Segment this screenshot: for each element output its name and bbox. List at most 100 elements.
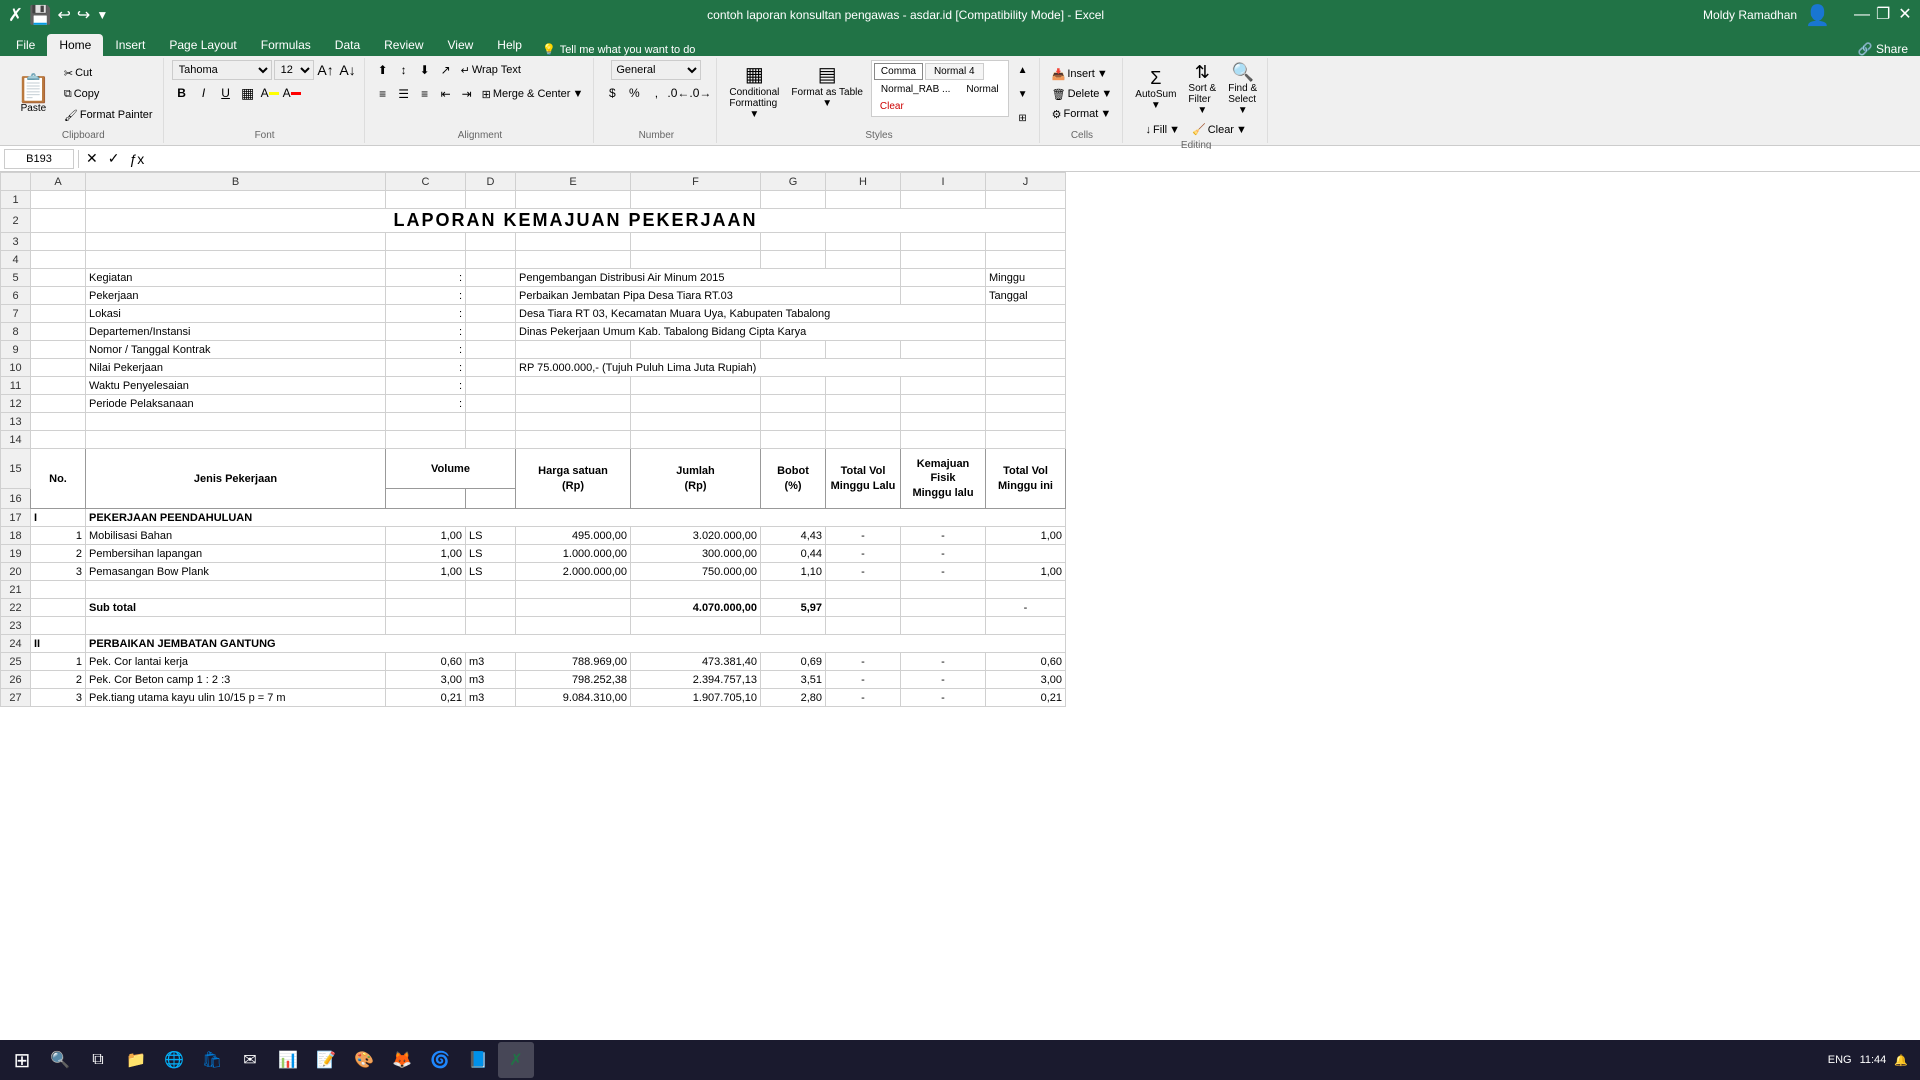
cut-button[interactable]: ✂ Cut: [60, 65, 157, 82]
normal-rab-style[interactable]: Normal_RAB ...: [874, 81, 957, 98]
cell-F3[interactable]: [631, 233, 761, 251]
cell-J14[interactable]: [986, 431, 1066, 449]
decrease-decimal-button[interactable]: .0←: [668, 83, 688, 103]
cell-C26[interactable]: 3,00: [386, 671, 466, 689]
cell-G26[interactable]: 3,51: [761, 671, 826, 689]
cell-C4[interactable]: [386, 251, 466, 269]
cell-G20[interactable]: 1,10: [761, 563, 826, 581]
header-kemajuan-fisik[interactable]: KemajuanFisikMinggu lalu: [901, 449, 986, 509]
formula-input[interactable]: [151, 149, 1916, 169]
cell-J26[interactable]: 3,00: [986, 671, 1066, 689]
cell-B20[interactable]: Pemasangan Bow Plank: [86, 563, 386, 581]
cell-A19[interactable]: 2: [31, 545, 86, 563]
cell-D10[interactable]: [466, 359, 516, 377]
cell-J9[interactable]: [986, 341, 1066, 359]
cell-G12[interactable]: [761, 395, 826, 413]
header-jumlah[interactable]: Jumlah(Rp): [631, 449, 761, 509]
cell-A24[interactable]: II: [31, 635, 86, 653]
cell-C9[interactable]: :: [386, 341, 466, 359]
cell-G23[interactable]: [761, 617, 826, 635]
cell-I6[interactable]: [901, 287, 986, 305]
cell-I12[interactable]: [901, 395, 986, 413]
cell-H1[interactable]: [826, 191, 901, 209]
cell-C25[interactable]: 0,60: [386, 653, 466, 671]
header-bobot[interactable]: Bobot(%): [761, 449, 826, 509]
cell-C18[interactable]: 1,00: [386, 527, 466, 545]
cell-J4[interactable]: [986, 251, 1066, 269]
cell-B27[interactable]: Pek.tiang utama kayu ulin 10/15 p = 7 m: [86, 689, 386, 707]
cell-B5[interactable]: Kegiatan: [86, 269, 386, 287]
start-button[interactable]: ⊞: [4, 1042, 40, 1078]
cell-B11[interactable]: Waktu Penyelesaian: [86, 377, 386, 395]
cell-D7[interactable]: [466, 305, 516, 323]
cell-I25[interactable]: -: [901, 653, 986, 671]
cell-G14[interactable]: [761, 431, 826, 449]
tell-me-bar[interactable]: 💡 Tell me what you want to do: [542, 43, 695, 56]
cell-A17[interactable]: I: [31, 509, 86, 527]
cell-E21[interactable]: [516, 581, 631, 599]
cell-J6[interactable]: Tanggal: [986, 287, 1066, 305]
cell-H25[interactable]: -: [826, 653, 901, 671]
cell-A26[interactable]: 2: [31, 671, 86, 689]
cell-I22[interactable]: [901, 599, 986, 617]
cell-J12[interactable]: [986, 395, 1066, 413]
col-header-F[interactable]: F: [631, 173, 761, 191]
copy-button[interactable]: ⧉ Copy: [60, 86, 157, 103]
cell-D5[interactable]: [466, 269, 516, 287]
cell-title[interactable]: LAPORAN KEMAJUAN PEKERJAAN: [86, 209, 1066, 233]
insert-function-button[interactable]: ƒx: [126, 150, 147, 168]
cell-J21[interactable]: [986, 581, 1066, 599]
cell-B12[interactable]: Periode Pelaksanaan: [86, 395, 386, 413]
cell-J23[interactable]: [986, 617, 1066, 635]
cell-A9[interactable]: [31, 341, 86, 359]
cell-H22[interactable]: [826, 599, 901, 617]
cell-A4[interactable]: [31, 251, 86, 269]
decrease-indent-button[interactable]: ⇤: [436, 84, 456, 104]
cell-C8[interactable]: :: [386, 323, 466, 341]
header-harga[interactable]: Harga satuan(Rp): [516, 449, 631, 509]
align-bottom-button[interactable]: ⬇: [415, 60, 435, 80]
col-header-A[interactable]: A: [31, 173, 86, 191]
cell-H27[interactable]: -: [826, 689, 901, 707]
cell-I21[interactable]: [901, 581, 986, 599]
cell-B3[interactable]: [86, 233, 386, 251]
cell-H23[interactable]: [826, 617, 901, 635]
cell-G27[interactable]: 2,80: [761, 689, 826, 707]
cell-D9[interactable]: [466, 341, 516, 359]
header-vol-unit[interactable]: [466, 489, 516, 509]
cell-J20[interactable]: 1,00: [986, 563, 1066, 581]
col-header-E[interactable]: E: [516, 173, 631, 191]
conditional-formatting-button[interactable]: ▦ ConditionalFormatting ▼: [725, 60, 783, 122]
border-button[interactable]: ▦: [238, 83, 258, 103]
tab-review[interactable]: Review: [372, 34, 435, 56]
cell-I27[interactable]: -: [901, 689, 986, 707]
file-explorer-icon[interactable]: 📁: [118, 1042, 154, 1078]
cell-B25[interactable]: Pek. Cor lantai kerja: [86, 653, 386, 671]
font-increase-button[interactable]: A↑: [316, 60, 336, 80]
cell-C10[interactable]: :: [386, 359, 466, 377]
cell-C27[interactable]: 0,21: [386, 689, 466, 707]
italic-button[interactable]: I: [194, 83, 214, 103]
cell-D1[interactable]: [466, 191, 516, 209]
cell-E18[interactable]: 495.000,00: [516, 527, 631, 545]
normal4-style[interactable]: Normal 4: [925, 63, 984, 80]
undo-icon[interactable]: ↩: [58, 5, 71, 25]
cell-E27[interactable]: 9.084.310,00: [516, 689, 631, 707]
share-button[interactable]: 🔗 Share: [1850, 42, 1916, 56]
header-total-vol-ll[interactable]: Total VolMinggu Lalu: [826, 449, 901, 509]
cell-F13[interactable]: [631, 413, 761, 431]
cell-D12[interactable]: [466, 395, 516, 413]
notifications-icon[interactable]: 🔔: [1894, 1054, 1908, 1067]
cell-J5[interactable]: Minggu: [986, 269, 1066, 287]
cell-C11[interactable]: :: [386, 377, 466, 395]
cell-A18[interactable]: 1: [31, 527, 86, 545]
cell-B23[interactable]: [86, 617, 386, 635]
tab-formulas[interactable]: Formulas: [249, 34, 323, 56]
cell-F21[interactable]: [631, 581, 761, 599]
format-button[interactable]: ⚙ Format ▼: [1048, 106, 1117, 123]
font-size-select[interactable]: 12: [274, 60, 314, 80]
cell-D3[interactable]: [466, 233, 516, 251]
cell-H3[interactable]: [826, 233, 901, 251]
cell-E23[interactable]: [516, 617, 631, 635]
paste-button[interactable]: 📋 Paste: [10, 73, 57, 116]
